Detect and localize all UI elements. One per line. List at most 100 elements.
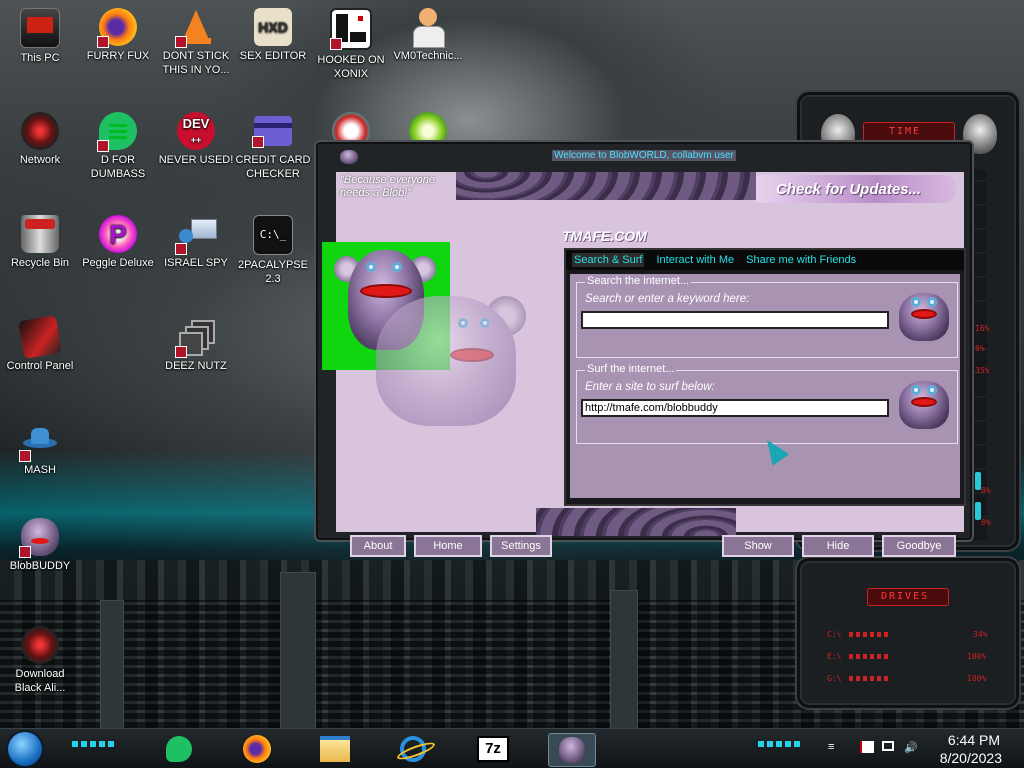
- desktop-icon-credit-card-checker[interactable]: CREDIT CARD CHECKER: [233, 112, 313, 181]
- peggle-icon: P: [99, 215, 137, 253]
- drive-letter: G:\: [827, 674, 842, 683]
- xonix-icon: [330, 8, 372, 50]
- flag-alert-icon[interactable]: [860, 741, 874, 755]
- drive-letter: E:\: [827, 652, 842, 661]
- credit-card-icon: [252, 116, 292, 148]
- desktop-icon-control-panel[interactable]: Control Panel: [0, 314, 80, 373]
- desktop-icon-label: ISRAEL SPY: [164, 257, 228, 269]
- tab-interact[interactable]: Interact with Me: [656, 254, 734, 266]
- taskbar-7zip-icon[interactable]: 7z: [474, 733, 512, 765]
- tab-content: Search the internet... Search or enter a…: [570, 274, 960, 498]
- show-desktop-lines-icon[interactable]: ≡: [828, 741, 842, 755]
- tab-bar: Search & Surf Interact with Me Share me …: [566, 250, 964, 270]
- desktop-icon-vm0technic[interactable]: VM0Technic...: [388, 8, 468, 63]
- desktop-icon-network[interactable]: Network: [0, 112, 80, 167]
- cpu-percent: 8%: [981, 486, 991, 495]
- taskbar-blobbuddy-icon[interactable]: [548, 733, 596, 767]
- cpu-percent: 8%: [981, 518, 991, 527]
- doctor-icon: [409, 8, 447, 48]
- blob-border-top: [456, 172, 756, 200]
- drives-gadget: DRIVES C:\ 34% E:\ 100% G:\ 100%: [795, 556, 1021, 710]
- url-input[interactable]: http://tmafe.com/blobbuddy: [581, 399, 889, 417]
- volume-icon[interactable]: 🔊: [904, 741, 918, 755]
- firefox-icon: [97, 8, 137, 48]
- taskbar-file-explorer-icon[interactable]: [316, 733, 354, 765]
- surf-group-title: Surf the internet...: [585, 363, 677, 375]
- desktop-icon-israel-spy[interactable]: ISRAEL SPY: [156, 215, 236, 270]
- alien-globe-icon: [21, 626, 59, 664]
- desktop-icon-label: VM0Technic...: [393, 50, 463, 62]
- desktop-icon-label: SEX EDITOR: [239, 50, 307, 62]
- desktop-icon-label: DEEZ NUTZ: [165, 360, 227, 372]
- desktop-icon-this-pc[interactable]: This PC: [0, 8, 80, 65]
- desktop-icon-furry-fux[interactable]: FURRY FUX: [78, 8, 158, 63]
- desktop-icon-label: Download Black Ali...: [14, 668, 66, 694]
- about-button[interactable]: About: [350, 535, 406, 557]
- desktop-icon-label: Peggle Deluxe: [82, 257, 154, 269]
- desktop-icon-label: MASH: [24, 464, 56, 476]
- blob-border-bottom: [536, 508, 736, 536]
- desktop-icon-label: HOOKED ON XONIX: [317, 54, 385, 80]
- blob-search-icon[interactable]: [899, 289, 949, 341]
- desktop-icon-deez-nutz[interactable]: DEEZ NUTZ: [156, 318, 236, 373]
- control-panel-icon: [17, 314, 63, 360]
- desktop-icon-hooked-on-xonix[interactable]: HOOKED ON XONIX: [311, 8, 391, 81]
- search-group-title: Search the internet...: [585, 275, 692, 287]
- network-icon: [21, 112, 59, 150]
- network-tray-icon[interactable]: [882, 741, 896, 755]
- taskbar-firefox-icon[interactable]: [238, 733, 276, 765]
- check-for-updates-button[interactable]: Check for Updates...: [756, 175, 956, 203]
- app-content: "Because everyone needs a Blob!" Check f…: [322, 172, 966, 557]
- desktop-icon-label: Recycle Bin: [10, 257, 70, 269]
- computer-network-icon: [175, 215, 217, 255]
- desktop-icon-dont-stick[interactable]: DONT STICK THIS IN YO...: [156, 8, 236, 77]
- taskbar-feedly-icon[interactable]: [160, 733, 198, 765]
- desktop-icon-label: FURRY FUX: [86, 50, 150, 62]
- desktop-icon-never-used[interactable]: DEV ++ NEVER USED!: [156, 112, 236, 167]
- clock-time[interactable]: 6:44 PM: [948, 732, 1000, 748]
- settings-button[interactable]: Settings: [490, 535, 552, 557]
- desktop-icon-label: Network: [19, 154, 61, 166]
- drives-gadget-title: DRIVES: [881, 591, 930, 602]
- wallpaper-tower: [100, 600, 124, 728]
- desktop-icon-peggle[interactable]: P Peggle Deluxe: [78, 215, 158, 270]
- show-button[interactable]: Show: [722, 535, 794, 557]
- blob-surf-icon[interactable]: [899, 377, 949, 429]
- window-title: Welcome to BlobWORLD, collabvm user: [552, 150, 736, 161]
- taskbar-internet-explorer-icon[interactable]: [394, 733, 437, 765]
- recycle-bin-icon: [21, 215, 59, 253]
- hide-button[interactable]: Hide: [802, 535, 874, 557]
- blobworld-window: Welcome to BlobWORLD, collabvm user "Bec…: [314, 140, 974, 557]
- cpu-percent: 35%: [975, 366, 990, 375]
- desktop-icon-label: DONT STICK THIS IN YO...: [162, 50, 230, 76]
- desktop-icon-label: D FOR DUMBASS: [90, 154, 146, 180]
- goodbye-button[interactable]: Goodbye: [882, 535, 956, 557]
- blob-shadow-character: [376, 296, 526, 426]
- blobbuddy-icon: [19, 518, 59, 558]
- search-group: Search the internet... Search or enter a…: [576, 275, 958, 358]
- desktop-icon-d-for-dumbass[interactable]: D FOR DUMBASS: [78, 112, 158, 181]
- desktop-icon-download-black-alien[interactable]: Download Black Ali...: [0, 626, 80, 695]
- home-button[interactable]: Home: [414, 535, 482, 557]
- drive-letter: C:\: [827, 630, 842, 639]
- time-gadget-title: TIME: [889, 126, 922, 137]
- tab-search-surf[interactable]: Search & Surf: [572, 253, 645, 267]
- hxd-icon: HXD: [254, 8, 292, 46]
- tab-share[interactable]: Share me with Friends: [746, 254, 856, 266]
- terminal-icon: C:\_: [253, 215, 293, 255]
- desktop-icon-recycle-bin[interactable]: Recycle Bin: [0, 215, 80, 270]
- computer-icon: [20, 8, 60, 48]
- desktop-icon-mash[interactable]: MASH: [0, 422, 80, 477]
- desktop-icon-2pacalypse[interactable]: C:\_ 2PACALYPSE 2.3: [233, 215, 313, 286]
- desktop-icon-blobbuddy[interactable]: BlobBUDDY: [0, 518, 80, 573]
- cpu-percent: 8%: [975, 344, 985, 353]
- clock-date[interactable]: 8/20/2023: [940, 750, 1002, 766]
- desktop-icon-label: NEVER USED!: [158, 154, 234, 166]
- hat-icon: [19, 422, 59, 462]
- dev-plus-label: ++: [190, 135, 202, 145]
- desktop-icon-label: CREDIT CARD CHECKER: [235, 154, 311, 180]
- devcpp-icon: DEV ++: [177, 112, 215, 150]
- search-input[interactable]: [581, 311, 889, 329]
- desktop-icon-sex-editor[interactable]: HXD SEX EDITOR: [233, 8, 313, 63]
- start-button[interactable]: [8, 732, 42, 766]
